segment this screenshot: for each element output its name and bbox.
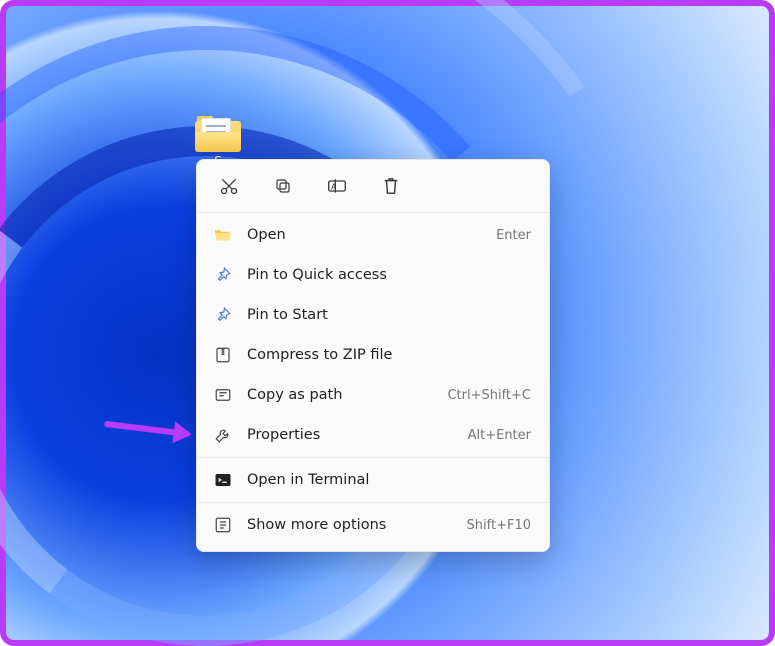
menu-item-label: Pin to Start (247, 307, 328, 323)
cut-icon (219, 176, 239, 196)
cut-button[interactable] (217, 174, 241, 198)
menu-item-open[interactable]: Open Enter (197, 215, 549, 255)
menu-item-shortcut: Alt+Enter (468, 428, 531, 443)
pin-icon (213, 305, 233, 325)
menu-item-pin-start[interactable]: Pin to Start (197, 295, 549, 335)
rename-button[interactable]: A (325, 174, 349, 198)
menu-item-shortcut: Shift+F10 (467, 518, 531, 533)
wrench-icon (213, 425, 233, 445)
pin-icon (213, 265, 233, 285)
menu-item-show-more-options[interactable]: Show more options Shift+F10 (197, 505, 549, 545)
menu-item-label: Compress to ZIP file (247, 347, 392, 363)
svg-text:A: A (331, 182, 337, 191)
menu-item-pin-quick-access[interactable]: Pin to Quick access (197, 255, 549, 295)
menu-separator (197, 457, 549, 458)
menu-item-label: Pin to Quick access (247, 267, 387, 283)
trash-icon (382, 176, 400, 196)
folder-icon (195, 116, 241, 150)
context-toolbar: A (197, 168, 549, 210)
menu-item-shortcut: Ctrl+Shift+C (447, 388, 531, 403)
menu-item-label: Properties (247, 427, 320, 443)
delete-button[interactable] (379, 174, 403, 198)
menu-item-compress-zip[interactable]: Compress to ZIP file (197, 335, 549, 375)
menu-separator (197, 502, 549, 503)
menu-separator (197, 212, 549, 213)
menu-item-label: Copy as path (247, 387, 342, 403)
copy-button[interactable] (271, 174, 295, 198)
menu-item-shortcut: Enter (496, 228, 531, 243)
menu-item-label: Open (247, 227, 286, 243)
copy-icon (274, 177, 292, 195)
menu-item-copy-as-path[interactable]: Copy as path Ctrl+Shift+C (197, 375, 549, 415)
rename-icon: A (327, 177, 347, 195)
menu-item-open-terminal[interactable]: Open in Terminal (197, 460, 549, 500)
terminal-icon (213, 470, 233, 490)
zip-icon (213, 345, 233, 365)
folder-open-icon (213, 225, 233, 245)
menu-item-label: Open in Terminal (247, 472, 369, 488)
more-options-icon (213, 515, 233, 535)
menu-item-label: Show more options (247, 517, 386, 533)
desktop: S A (0, 0, 775, 646)
menu-item-properties[interactable]: Properties Alt+Enter (197, 415, 549, 455)
context-menu: A Open Enter Pin to Quick access (196, 159, 550, 552)
copy-path-icon (213, 385, 233, 405)
